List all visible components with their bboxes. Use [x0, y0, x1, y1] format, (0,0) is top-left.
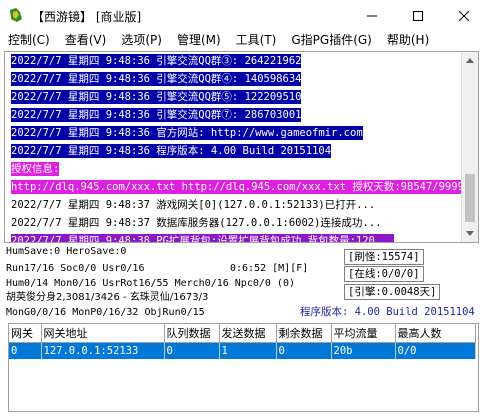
column-header[interactable]: 网关地址: [41, 324, 165, 343]
online-counter: [在线:0/0/0]: [344, 266, 424, 282]
column-header[interactable]: 队列数据: [164, 324, 220, 343]
log-line: 2022/7/7 星期四 9:48:36 引擎交流QQ群⑤: 122209510: [11, 90, 302, 104]
table-cell: 1: [219, 342, 277, 359]
log-lines: 2022/7/7 星期四 9:48:36 引擎交流QQ群③: 264221962…: [11, 52, 461, 242]
menu-help[interactable]: 帮助(H): [379, 31, 436, 50]
menu-view[interactable]: 查看(V): [57, 31, 114, 50]
column-header[interactable]: 最高人数: [395, 324, 476, 343]
uptime-status: 0:6:52 [M][F]: [230, 263, 309, 274]
scroll-up-arrow-icon[interactable]: [462, 52, 478, 69]
player-status: 胡英俊分身2,3081/3426 - 玄珠灵仙/1673/3: [6, 292, 209, 303]
table-cell: 127.0.0.1:52133: [41, 342, 165, 359]
log-line: 2022/7/7 星期四 9:48:38 PG扩展背包:设置扩展背包成功,背包数…: [11, 232, 461, 242]
scroll-down-arrow-icon[interactable]: [462, 225, 478, 242]
engine-counter: [引擎:0.0048天]: [344, 284, 441, 300]
column-header[interactable]: 剩余数据: [276, 324, 332, 343]
log-line: 2022/7/7 星期四 9:48:36 程序版本: 4.00 Build 20…: [11, 144, 332, 158]
app-logo-icon: [8, 7, 24, 23]
window-title: 【西游镜】 [商业版]: [32, 10, 142, 24]
menu-options[interactable]: 选项(P): [113, 31, 169, 50]
title-bar: 【西游镜】 [商业版]: [0, 0, 487, 31]
table-cell: 0: [9, 342, 42, 359]
save-status: HumSave:0 HeroSave:0: [6, 246, 127, 257]
log-line: 2022/7/7 星期四 9:48:36 引擎交流QQ群③: 264221962: [11, 54, 302, 68]
human-status: Hum0/14 Mon0/16 UsrRot16/55 Merch0/16 Np…: [6, 278, 295, 289]
menu-manage[interactable]: 管理(M): [169, 31, 228, 50]
menu-plugins[interactable]: G指PG插件(G): [283, 31, 379, 50]
status-panel: HumSave:0 HeroSave:0 Run17/16 Soc0/0 Usr…: [4, 244, 483, 322]
menu-control[interactable]: 控制(C): [0, 31, 57, 50]
table-cell: 0: [164, 342, 220, 359]
close-button[interactable]: [441, 0, 487, 31]
table-cell: 20b: [331, 342, 396, 359]
version-label: 程序版本: 4.00 Build 20151104: [300, 306, 475, 318]
log-line: 2022/7/7 星期四 9:48:37 数据库服务器(127.0.0.1:60…: [11, 217, 382, 229]
menu-tools[interactable]: 工具(T): [228, 31, 284, 50]
log-scrollbar[interactable]: [461, 52, 478, 242]
refresh-monster-counter: [刷怪:15574]: [344, 249, 424, 265]
column-header[interactable]: 发送数据: [219, 324, 277, 343]
log-line: 2022/7/7 星期四 9:48:37 游戏网关[0](127.0.0.1:5…: [11, 199, 376, 211]
table-cell: 0: [276, 342, 332, 359]
log-line: 2022/7/7 星期四 9:48:36 引擎交流QQ群④: 140598634: [11, 72, 302, 86]
scroll-thumb[interactable]: [465, 174, 475, 222]
log-line: 授权信息:: [11, 162, 60, 176]
table-header: 网关 网关地址 队列数据 发送数据 剩余数据 平均流量 最高人数: [9, 324, 476, 343]
minimize-button[interactable]: [349, 0, 395, 31]
table-row[interactable]: 0 127.0.0.1:52133 0 1 0 20b 0/0: [9, 342, 476, 359]
monster-status: MonG0/0/16 MonP0/16/32 ObjRun0/15: [6, 307, 205, 318]
menu-bar: 控制(C) 查看(V) 选项(P) 管理(M) 工具(T) G指PG插件(G) …: [0, 31, 487, 50]
table-cell: 0/0: [395, 342, 476, 359]
column-header[interactable]: 平均流量: [331, 324, 396, 343]
column-header[interactable]: 网关: [9, 324, 42, 343]
log-line: 2022/7/7 星期四 9:48:36 官方网站: http://www.ga…: [11, 126, 363, 140]
log-line: http://dlq.945.com/xxx.txt http://dlq.94…: [11, 178, 461, 196]
log-panel[interactable]: 2022/7/7 星期四 9:48:36 引擎交流QQ群③: 264221962…: [4, 51, 479, 243]
run-status: Run17/16 Soc0/0 Usr0/16: [6, 263, 145, 274]
log-line: 2022/7/7 星期四 9:48:36 引擎交流QQ群⑦: 286703001: [11, 108, 302, 122]
gateway-table[interactable]: 网关 网关地址 队列数据 发送数据 剩余数据 平均流量 最高人数 0 127.0…: [8, 323, 479, 412]
maximize-button[interactable]: [395, 0, 441, 31]
